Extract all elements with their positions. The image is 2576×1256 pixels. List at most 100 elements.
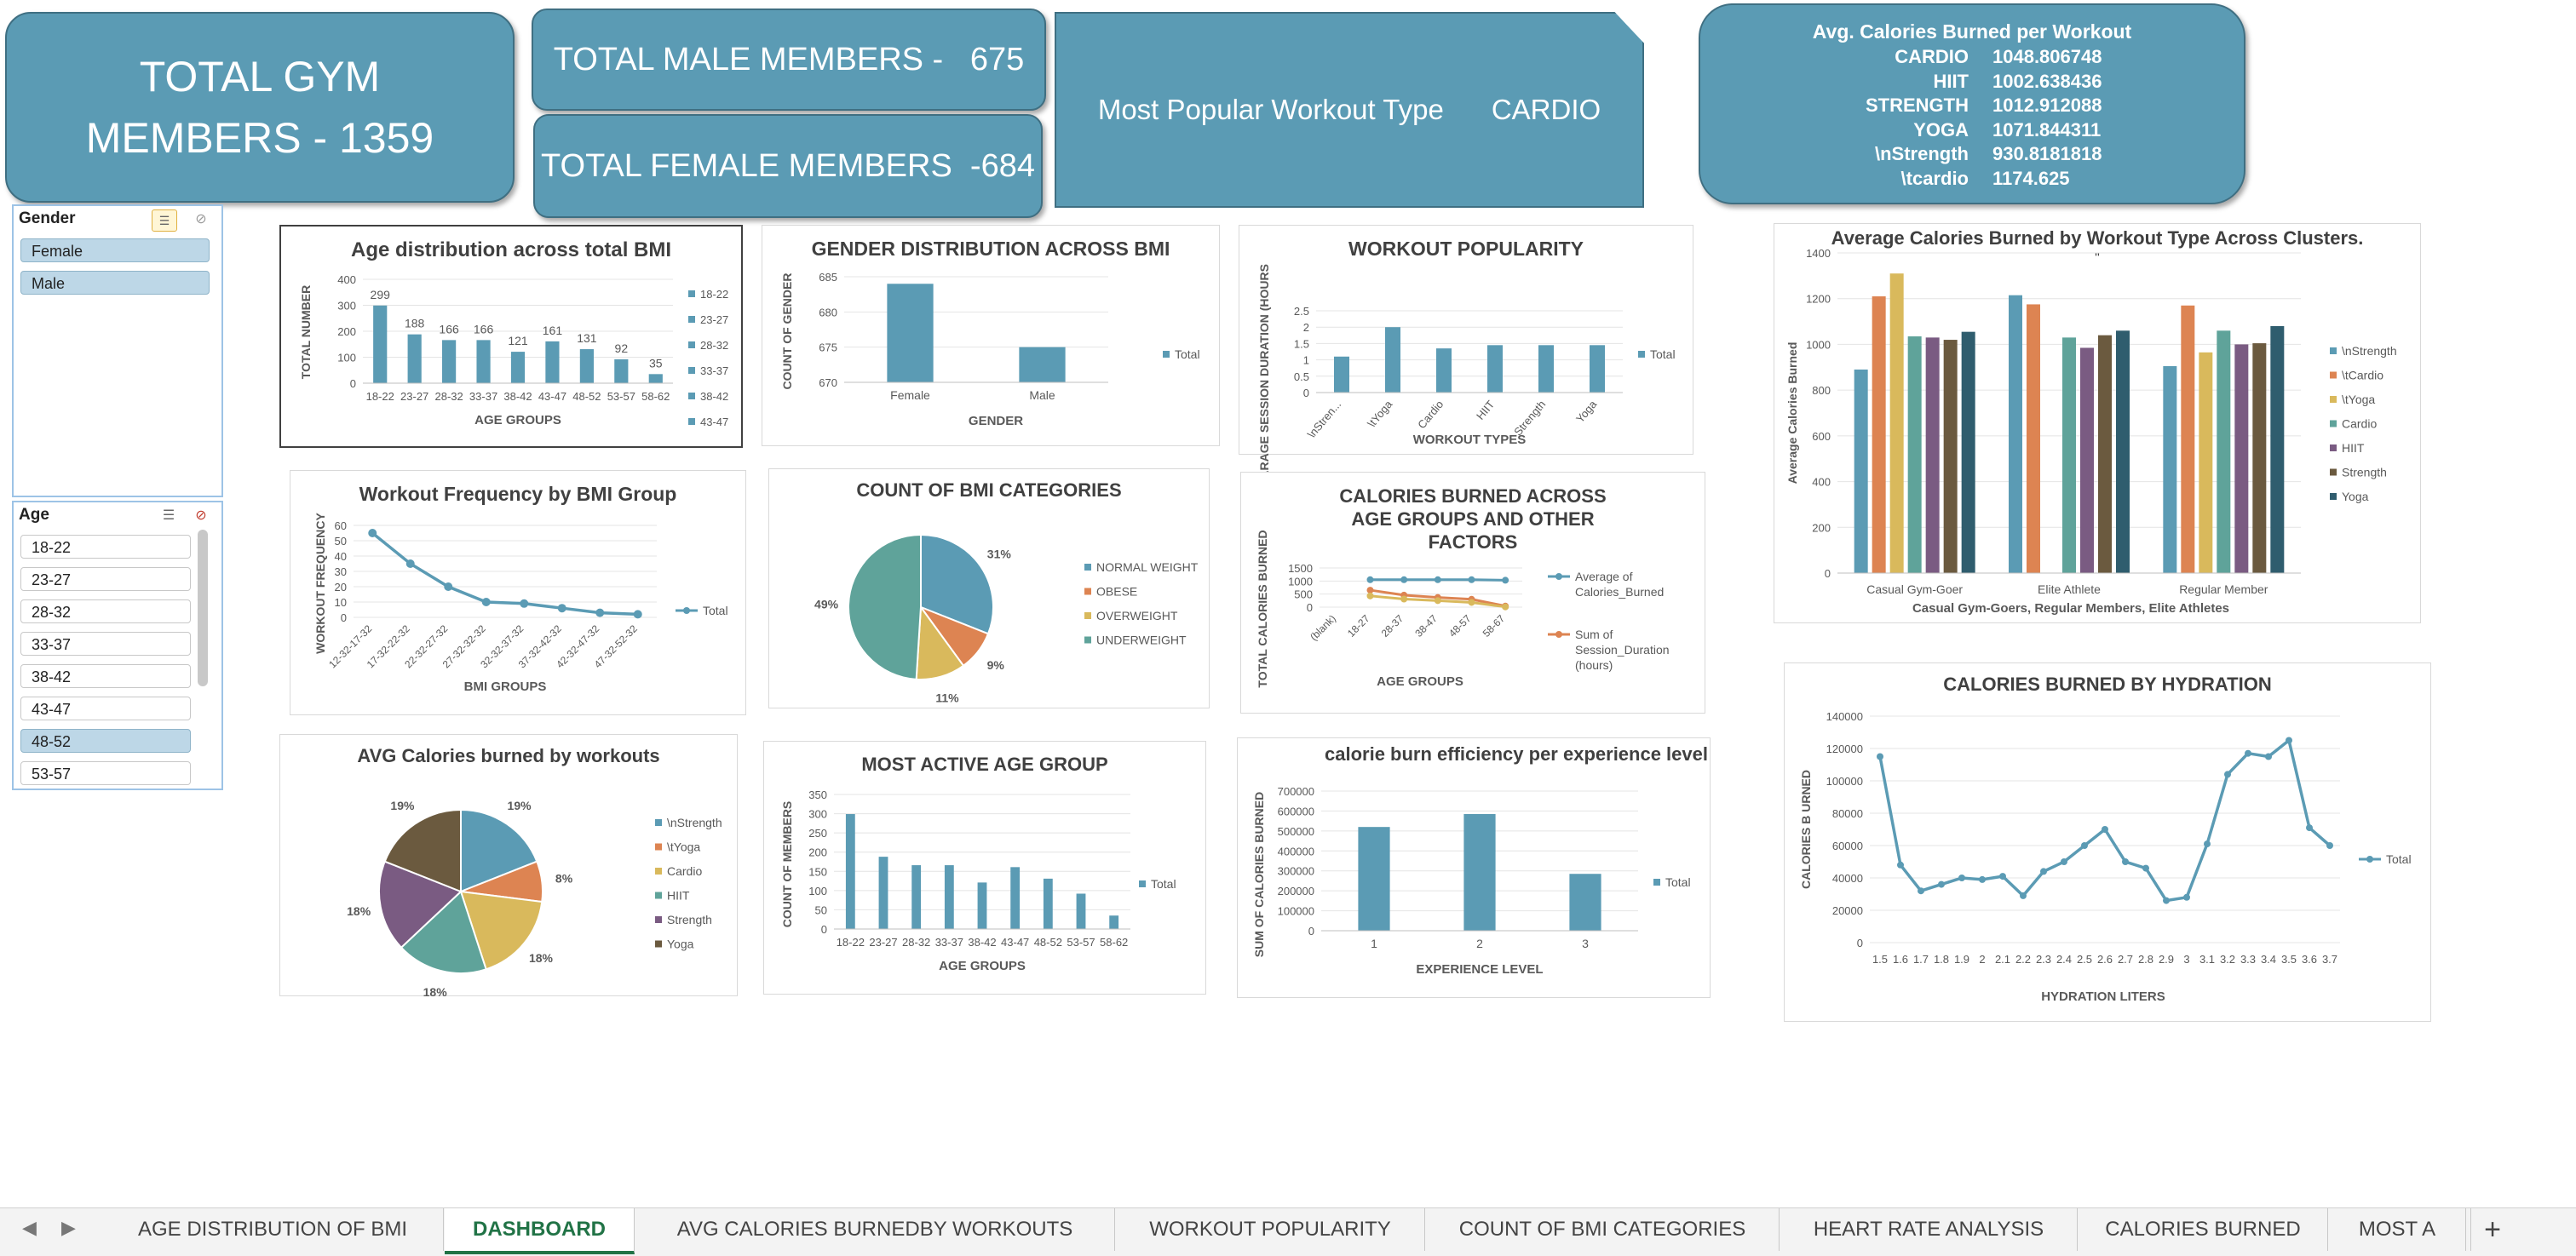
- slicer-item[interactable]: Male: [20, 271, 210, 295]
- x-tick-label: 58-62: [641, 390, 670, 403]
- y-axis-label: AVARAGE SESSION DURATION (HOURS: [1257, 264, 1271, 494]
- series-point: [2326, 842, 2333, 849]
- scroll-right-icon[interactable]: ▶: [61, 1217, 76, 1239]
- chart-avg-workouts[interactable]: AVG Calories burned by workouts 19% 8% 18%…: [279, 734, 738, 999]
- series-point: [1938, 880, 1945, 888]
- y-tick-label: 300: [337, 300, 356, 313]
- x-tick-label: 1.6: [1893, 953, 1908, 966]
- bar: [614, 358, 629, 383]
- chart-calories-clusters[interactable]: Average Calories Burned by Workout Type …: [1774, 223, 2421, 623]
- kpi-total-male: TOTAL MALE MEMBERS - 675: [532, 9, 1046, 111]
- slice-label: 18%: [423, 985, 448, 999]
- age-slicer-scrollbar[interactable]: [198, 530, 208, 686]
- y-tick-label: 200: [808, 846, 827, 859]
- avg-row-value: 930.8181818: [1992, 143, 2102, 164]
- clear-filter-icon[interactable]: ⊘: [189, 506, 213, 526]
- kpi-popular-value: CARDIO: [1491, 94, 1601, 125]
- chart-hydration[interactable]: CALORIES BURNED BY HYDRATION 0 20000 40000…: [1784, 662, 2431, 1022]
- clear-filter-icon[interactable]: ⊘: [189, 209, 213, 230]
- y-tick-label: 0: [350, 377, 356, 390]
- sheet-tab[interactable]: MOST A: [2329, 1208, 2466, 1251]
- legend-marker: [655, 892, 662, 899]
- sheet-tab[interactable]: WORKOUT POPULARITY: [1116, 1208, 1425, 1251]
- series-point: [2183, 893, 2190, 901]
- y-tick-label: 50: [335, 535, 347, 548]
- legend-marker: [2330, 444, 2337, 451]
- sheet-tab[interactable]: CALORIES BURNED: [2079, 1208, 2328, 1251]
- bar: [1334, 356, 1349, 393]
- legend-marker: [2330, 371, 2337, 379]
- y-tick-label: 700000: [1278, 785, 1314, 798]
- chart-workout-popularity[interactable]: WORKOUT POPULARITY 0 0.5 1 1.5 2 2.5 \nStren..…: [1239, 225, 1693, 494]
- kpi-avg-calories: Avg. Calories Burned per Workout CARDIO 1…: [1699, 3, 2245, 204]
- series-point: [2306, 824, 2313, 832]
- y-tick-label: 0: [341, 611, 347, 624]
- slicer-item[interactable]: 43-47: [20, 697, 191, 720]
- slicer-item[interactable]: 38-42: [20, 664, 191, 688]
- series-point: [2204, 840, 2211, 848]
- chart-frequency-bmi[interactable]: Workout Frequency by BMI Group 0 10 20 30 40…: [290, 470, 746, 715]
- chart-age-distribution[interactable]: Age distribution across total BMI 0 100 20…: [279, 225, 743, 448]
- chart-gender-bmi[interactable]: GENDER DISTRIBUTION ACROSS BMI 670 675 680…: [762, 225, 1220, 446]
- add-sheet-button[interactable]: +: [2470, 1208, 2514, 1251]
- x-tick-label: 43-47: [1001, 936, 1029, 949]
- slicer-item[interactable]: Female: [20, 238, 210, 262]
- y-tick-label: 40000: [1832, 872, 1863, 885]
- bar: [2098, 335, 2112, 573]
- legend-label: HIIT: [2342, 441, 2365, 455]
- sheet-tab[interactable]: AVG CALORIES BURNEDBY WORKOUTS: [635, 1208, 1115, 1251]
- x-tick-label: 3: [2183, 953, 2189, 966]
- legend-marker: [688, 316, 695, 323]
- data-label: 92: [615, 341, 629, 355]
- age-slicer[interactable]: Age ☰ ⊘ 18-22 23-27 28-32 33-37 38-42 43-47 48…: [12, 501, 223, 790]
- x-axis-label: AGE GROUPS: [939, 959, 1026, 973]
- bar: [579, 349, 594, 383]
- series-point: [1434, 597, 1441, 605]
- x-tick-label: Male: [1029, 388, 1055, 402]
- y-tick-label: 300000: [1278, 865, 1314, 878]
- kpi-total-female: TOTAL FEMALE MEMBERS -684: [533, 114, 1043, 218]
- legend-label: Total: [1650, 347, 1676, 361]
- multi-select-icon[interactable]: ☰: [157, 506, 181, 526]
- y-tick-label: 250: [808, 827, 827, 840]
- sheet-tab[interactable]: AGE DISTRIBUTION OF BMI: [102, 1208, 444, 1251]
- legend-marker: [1163, 351, 1170, 358]
- x-tick-label: 48-52: [1034, 936, 1062, 949]
- chart-calories-age[interactable]: CALORIES BURNED ACROSS AGE GROUPS AND OT…: [1240, 472, 1705, 714]
- chart-efficiency[interactable]: calorie burn efficiency per experience l…: [1237, 737, 1711, 998]
- legend-label: \tYoga: [2342, 393, 2375, 406]
- data-label: 161: [543, 324, 563, 337]
- x-tick-label: Elite Athlete: [2038, 582, 2101, 596]
- series-point: [481, 598, 491, 606]
- chart-bmi-categories[interactable]: COUNT OF BMI CATEGORIES 31% 9% 11% 49% NORMA…: [768, 468, 1210, 708]
- slicer-item[interactable]: 53-57: [20, 761, 191, 785]
- multi-select-icon[interactable]: ☰: [152, 209, 177, 232]
- series-point: [2081, 842, 2088, 849]
- x-tick-label: 28-32: [434, 390, 463, 403]
- y-tick-label: 1.5: [1294, 337, 1309, 350]
- slicer-item[interactable]: 28-32: [20, 599, 191, 623]
- sheet-tab[interactable]: HEART RATE ANALYSIS: [1780, 1208, 2078, 1251]
- sheet-tab[interactable]: DASHBOARD: [445, 1208, 635, 1254]
- bar: [2181, 305, 2195, 573]
- y-tick-label: 680: [819, 306, 837, 318]
- bar: [878, 857, 888, 929]
- gender-slicer[interactable]: Gender ☰ ⊘ Female Male: [12, 204, 223, 497]
- bar: [373, 305, 388, 383]
- legend-label: 18-22: [700, 288, 728, 301]
- calories-clusters-svg: 0 200 400 600 800 1000 1200 1400 Casual Gym-Goer…: [1785, 247, 2397, 616]
- scroll-left-icon[interactable]: ◀: [22, 1217, 37, 1239]
- x-tick-label: 58-67: [1481, 612, 1508, 639]
- slicer-item[interactable]: 48-52: [20, 729, 191, 753]
- chart-active-age[interactable]: MOST ACTIVE AGE GROUP 0 50 100 150 200 250 300…: [763, 741, 1206, 995]
- slicer-item[interactable]: 33-37: [20, 632, 191, 656]
- y-axis-label: TOTAL CALORIES BURNED: [1256, 530, 1269, 687]
- slicer-item[interactable]: 18-22: [20, 535, 191, 559]
- legend-label: OVERWEIGHT: [1096, 609, 1178, 622]
- series-point: [1366, 592, 1374, 599]
- avg-row-name: \nStrength: [1875, 143, 1969, 164]
- slicer-item[interactable]: 23-27: [20, 567, 191, 591]
- y-tick-label: 100: [337, 352, 356, 364]
- sheet-tab[interactable]: COUNT OF BMI CATEGORIES: [1426, 1208, 1780, 1251]
- legend-label: Total: [1151, 877, 1176, 891]
